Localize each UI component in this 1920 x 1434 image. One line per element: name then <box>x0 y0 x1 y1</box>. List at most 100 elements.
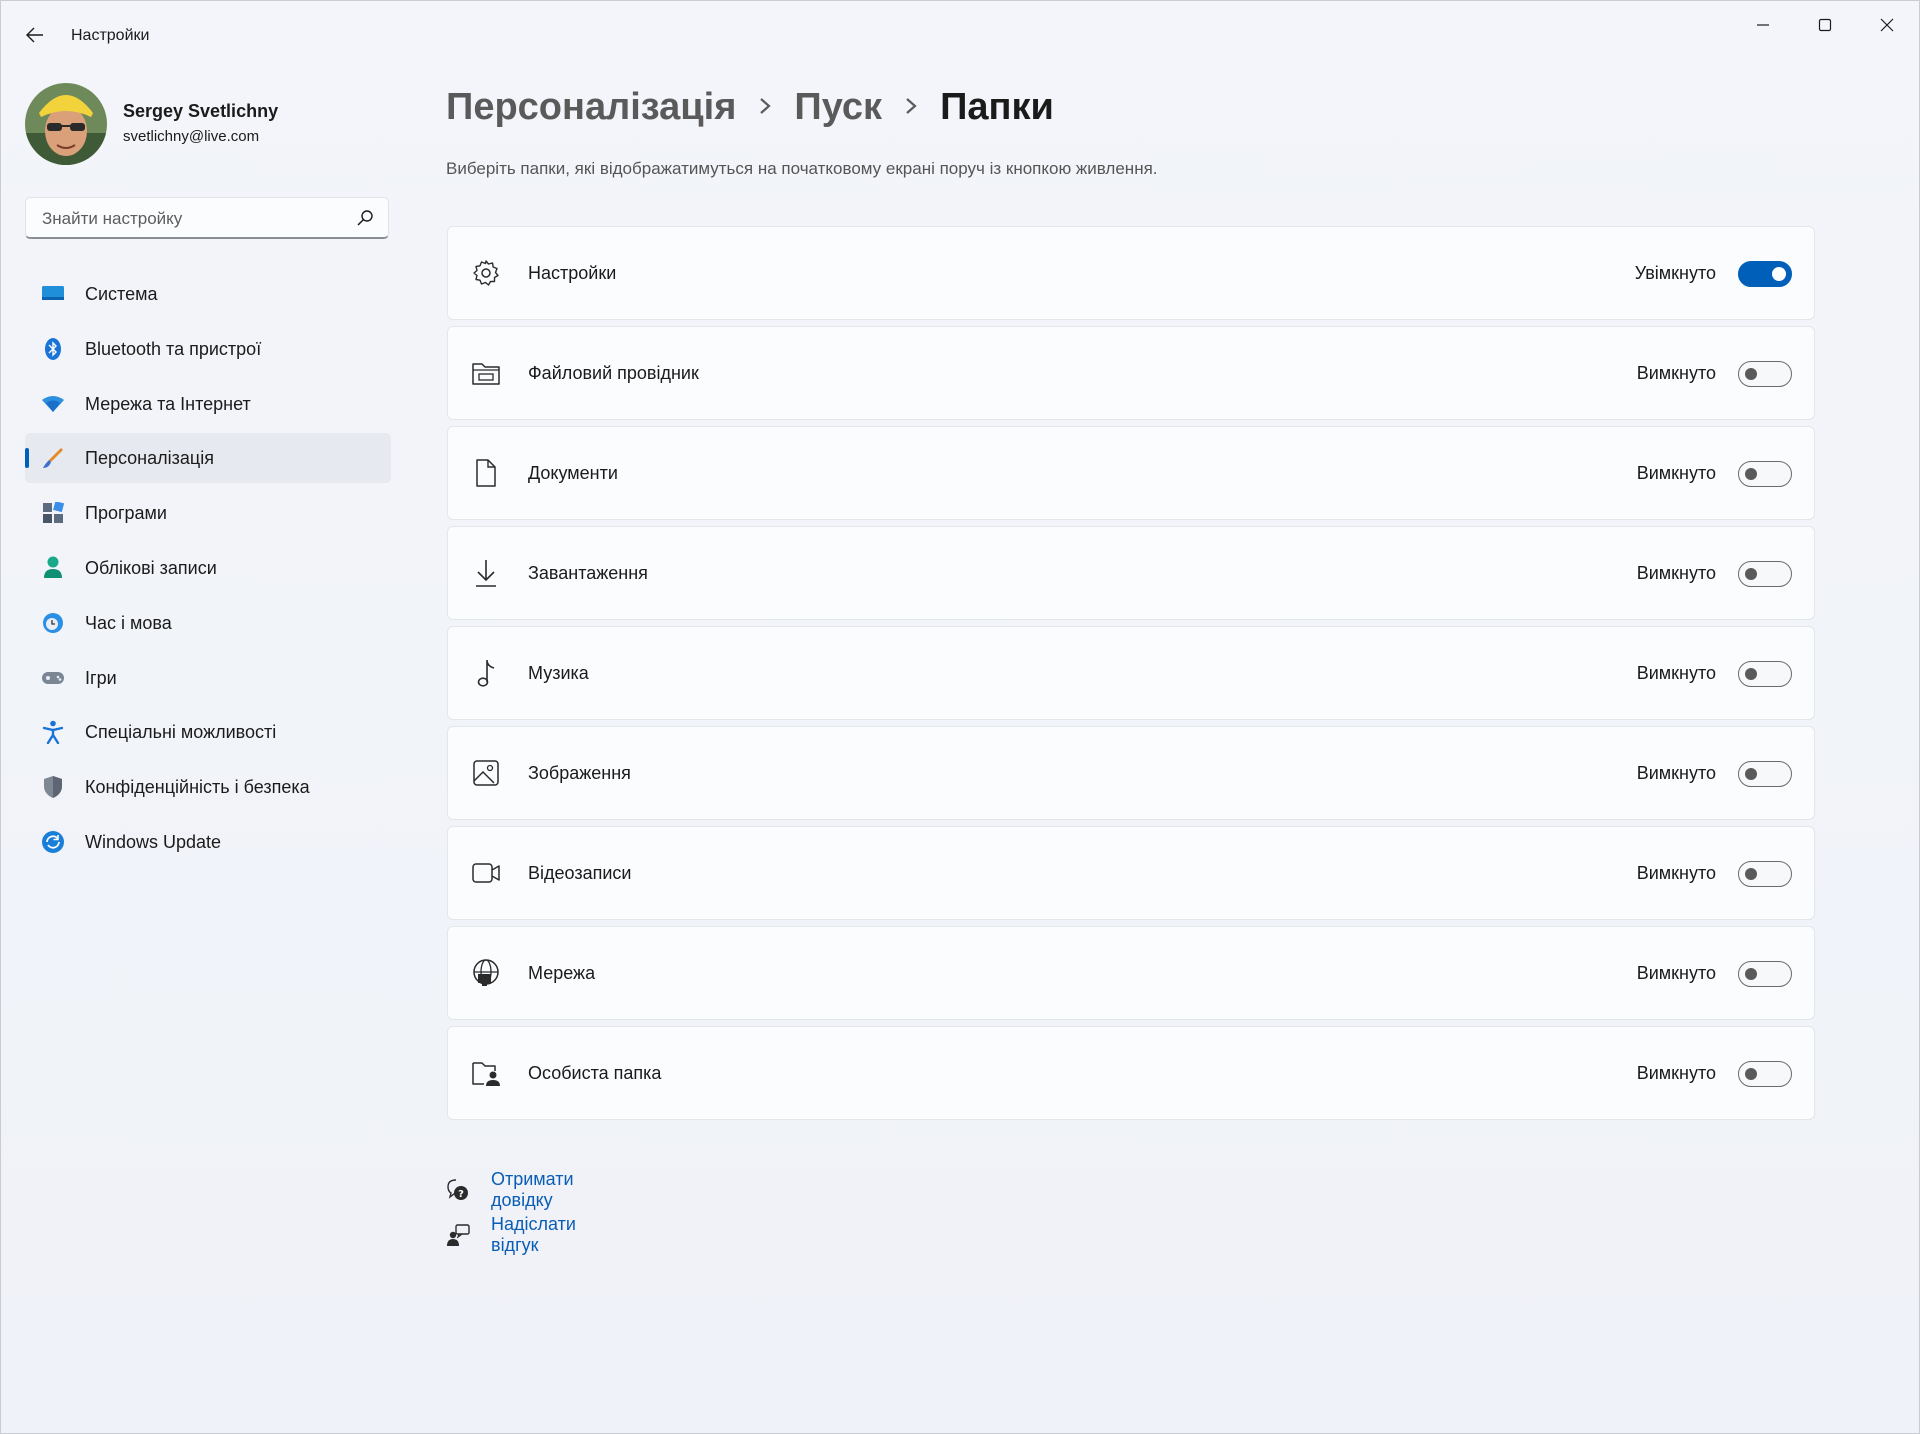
music-icon <box>470 657 502 689</box>
toggle-state-text: Вимкнуто <box>1636 1063 1716 1083</box>
minimize-icon <box>1757 24 1769 26</box>
minimize-button[interactable] <box>1739 7 1787 43</box>
sidebar-item-label: Час і мова <box>85 612 172 633</box>
sidebar-item-personalization[interactable]: Персоналізація <box>25 433 391 484</box>
pictures-toggle[interactable] <box>1738 761 1792 787</box>
sidebar-item-label: Персоналізація <box>85 448 214 469</box>
back-arrow-icon <box>26 27 43 43</box>
sidebar-item-network[interactable]: Мережа та Інтернет <box>25 379 391 429</box>
settings-window: Настройки Sergey Svetlichny svetlichny@l… <box>0 0 1920 1434</box>
help-icon: ? <box>445 1177 471 1203</box>
sidebar-item-apps[interactable]: Програми <box>25 488 391 538</box>
folder-label: Завантаження <box>528 563 648 583</box>
chevron-right-icon <box>758 92 772 123</box>
sidebar-item-system[interactable]: Система <box>25 269 391 319</box>
user-name: Sergey Svetlichny <box>123 101 279 121</box>
search-icon[interactable] <box>356 209 374 227</box>
file-explorer-toggle[interactable] <box>1738 361 1792 387</box>
folder-label: Особиста папка <box>528 1063 662 1083</box>
music-toggle[interactable] <box>1738 661 1792 687</box>
send-feedback-link[interactable]: Надіслати відгук <box>491 1214 576 1256</box>
breadcrumb-personalization[interactable]: Персоналізація <box>446 86 736 129</box>
folder-label: Зображення <box>528 763 631 783</box>
sidebar-item-label: Мережа та Інтернет <box>85 393 251 414</box>
sidebar-item-privacy-security[interactable]: Конфіденційність і безпека <box>25 762 391 812</box>
feedback-row[interactable]: Надіслати відгук <box>445 1212 576 1257</box>
toggle-state-text: Вимкнуто <box>1636 763 1716 783</box>
picture-icon <box>470 757 502 789</box>
sidebar-item-accessibility[interactable]: Спеціальні можливості <box>25 707 391 757</box>
page-title: Папки <box>940 85 1054 128</box>
apps-icon <box>41 501 65 525</box>
brush-icon <box>41 446 65 470</box>
close-icon <box>1880 18 1894 32</box>
title-bar: Настройки <box>1 1 1919 71</box>
user-profile[interactable]: Sergey Svetlichny svetlichny@live.com <box>25 83 385 165</box>
page-description: Виберіть папки, які відображатимуться на… <box>446 159 1158 178</box>
toggle-state-text: Вимкнуто <box>1636 863 1716 883</box>
folder-label: Файловий провідник <box>528 363 699 383</box>
bluetooth-icon <box>41 337 65 361</box>
file-explorer-icon <box>470 357 502 389</box>
toggle-state-text: Вимкнуто <box>1636 563 1716 583</box>
back-button[interactable] <box>19 19 51 51</box>
folder-label: Настройки <box>528 263 617 283</box>
sidebar-item-label: Спеціальні можливості <box>85 722 277 743</box>
personal-folder-icon <box>470 1057 502 1089</box>
folder-row-personal-folder: Особиста папка Вимкнуто <box>447 1026 1815 1120</box>
folder-row-settings: Настройки Увімкнуто <box>447 226 1815 320</box>
svg-text:?: ? <box>458 1189 464 1200</box>
gamepad-icon <box>41 666 65 690</box>
sidebar-item-label: Облікові записи <box>85 557 217 578</box>
avatar[interactable] <box>25 83 107 165</box>
maximize-button[interactable] <box>1801 7 1849 43</box>
videos-toggle[interactable] <box>1738 861 1792 887</box>
sidebar-nav: Система Bluetooth та пристрої Мережа та … <box>25 269 391 872</box>
network-icon <box>470 957 502 989</box>
get-help-row[interactable]: ? Отримати довідку <box>445 1167 574 1212</box>
search-input[interactable] <box>40 198 344 240</box>
folder-label: Документи <box>528 463 618 483</box>
app-title: Настройки <box>71 27 150 44</box>
folder-row-downloads: Завантаження Вимкнуто <box>447 526 1815 620</box>
sidebar-item-time-language[interactable]: Час і мова <box>25 598 391 648</box>
toggle-state-text: Вимкнуто <box>1636 463 1716 483</box>
folder-row-file-explorer: Файловий провідник Вимкнуто <box>447 326 1815 420</box>
sidebar-item-label: Програми <box>85 503 167 524</box>
network-toggle[interactable] <box>1738 961 1792 987</box>
get-help-link[interactable]: Отримати довідку <box>491 1169 574 1211</box>
sidebar-item-windows-update[interactable]: Windows Update <box>25 817 391 867</box>
folder-label: Відеозаписи <box>528 863 632 883</box>
sidebar-item-bluetooth[interactable]: Bluetooth та пристрої <box>25 324 391 374</box>
user-email: svetlichny@live.com <box>123 128 260 145</box>
system-icon <box>41 282 65 306</box>
settings-toggle[interactable] <box>1738 261 1792 287</box>
folder-row-videos: Відеозаписи Вимкнуто <box>447 826 1815 920</box>
folder-row-documents: Документи Вимкнуто <box>447 426 1815 520</box>
time-language-icon <box>41 611 65 635</box>
downloads-toggle[interactable] <box>1738 561 1792 587</box>
account-icon <box>41 556 65 580</box>
folders-list: Настройки Увімкнуто Файловий провідник В… <box>447 226 1815 1126</box>
folder-row-network: Мережа Вимкнуто <box>447 926 1815 1020</box>
sidebar-item-gaming[interactable]: Ігри <box>25 653 391 703</box>
toggle-state-text: Вимкнуто <box>1636 963 1716 983</box>
download-icon <box>470 557 502 589</box>
sidebar-item-label: Система <box>85 284 158 304</box>
folder-label: Музика <box>528 663 589 683</box>
documents-toggle[interactable] <box>1738 461 1792 487</box>
toggle-state-text: Вимкнуто <box>1636 363 1716 383</box>
breadcrumb-start[interactable]: Пуск <box>794 86 882 129</box>
sidebar-item-label: Конфіденційність і безпека <box>85 777 310 798</box>
toggle-state-text: Увімкнуто <box>1634 263 1716 283</box>
folder-row-pictures: Зображення Вимкнуто <box>447 726 1815 820</box>
document-icon <box>470 457 502 489</box>
folder-label: Мережа <box>528 963 596 983</box>
close-button[interactable] <box>1863 7 1911 43</box>
personal-folder-toggle[interactable] <box>1738 1061 1792 1087</box>
sidebar-item-accounts[interactable]: Облікові записи <box>25 543 391 593</box>
video-icon <box>470 857 502 889</box>
sidebar-item-label: Ігри <box>85 667 117 688</box>
update-icon <box>41 830 65 854</box>
toggle-state-text: Вимкнуто <box>1636 663 1716 683</box>
